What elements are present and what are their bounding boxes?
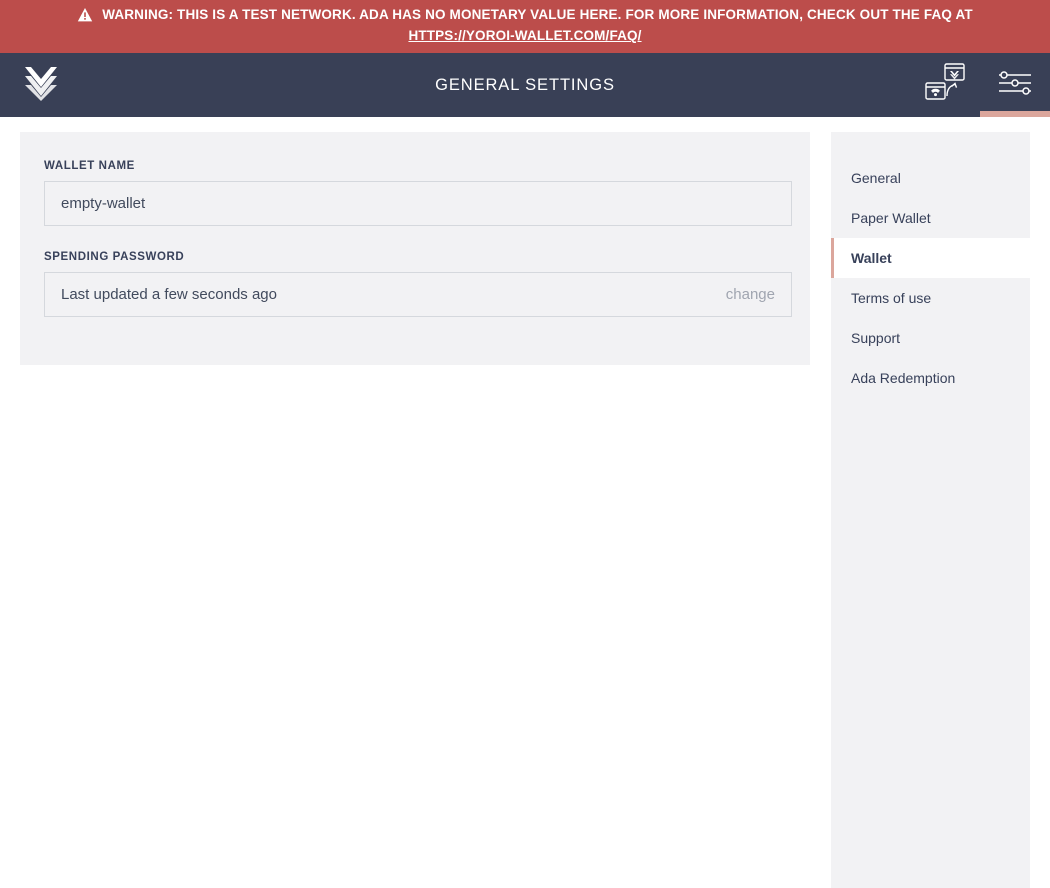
sidebar-item-label: Support (851, 330, 901, 346)
spending-password-label: SPENDING PASSWORD (44, 251, 185, 263)
wallet-name-value: empty-wallet (61, 195, 146, 212)
sidebar-item-label: Ada Redemption (851, 370, 956, 386)
wallet-name-label: WALLET NAME (44, 160, 135, 172)
sidebar-item-ada-redemption[interactable]: Ada Redemption (831, 358, 1030, 398)
settings-button[interactable] (980, 53, 1050, 117)
wallet-name-input[interactable]: empty-wallet (44, 181, 792, 226)
sidebar-item-wallet[interactable]: Wallet (831, 238, 1030, 278)
topbar-actions (910, 53, 1050, 117)
faq-link[interactable]: HTTPS://YOROI-WALLET.COM/FAQ/ (408, 26, 641, 46)
sidebar-item-terms-of-use[interactable]: Terms of use (831, 278, 1030, 318)
warning-banner-text: WARNING: THIS IS A TEST NETWORK. ADA HAS… (102, 7, 973, 22)
sidebar-item-paper-wallet[interactable]: Paper Wallet (831, 198, 1030, 238)
sidebar-item-label: General (851, 170, 901, 186)
sidebar-item-general[interactable]: General (831, 158, 1030, 198)
sidebar-item-label: Terms of use (851, 290, 932, 306)
settings-sidebar-menu: General Paper Wallet Wallet Terms of use… (831, 132, 1030, 888)
sidebar-item-support[interactable]: Support (831, 318, 1030, 358)
page-title: GENERAL SETTINGS (435, 75, 615, 94)
warning-banner-line: WARNING: THIS IS A TEST NETWORK. ADA HAS… (77, 5, 973, 25)
spending-password-row: Last updated a few seconds ago change (44, 272, 792, 317)
change-password-link[interactable]: change (726, 286, 775, 303)
field-spacer (44, 226, 786, 251)
wallet-switch-icon (922, 61, 968, 110)
sidebar-item-label: Wallet (851, 250, 892, 266)
wallet-settings-panel: WALLET NAME empty-wallet SPENDING PASSWO… (20, 132, 810, 365)
settings-sliders-icon (997, 68, 1033, 103)
wallet-switch-button[interactable] (910, 53, 980, 117)
sidebar-item-label: Paper Wallet (851, 210, 931, 226)
spending-password-status: Last updated a few seconds ago (61, 286, 277, 303)
page-body: WALLET NAME empty-wallet SPENDING PASSWO… (0, 117, 1050, 888)
top-navigation-bar: GENERAL SETTINGS (0, 53, 1050, 117)
warning-triangle-icon (77, 7, 93, 23)
test-network-warning-banner: WARNING: THIS IS A TEST NETWORK. ADA HAS… (0, 0, 1050, 53)
